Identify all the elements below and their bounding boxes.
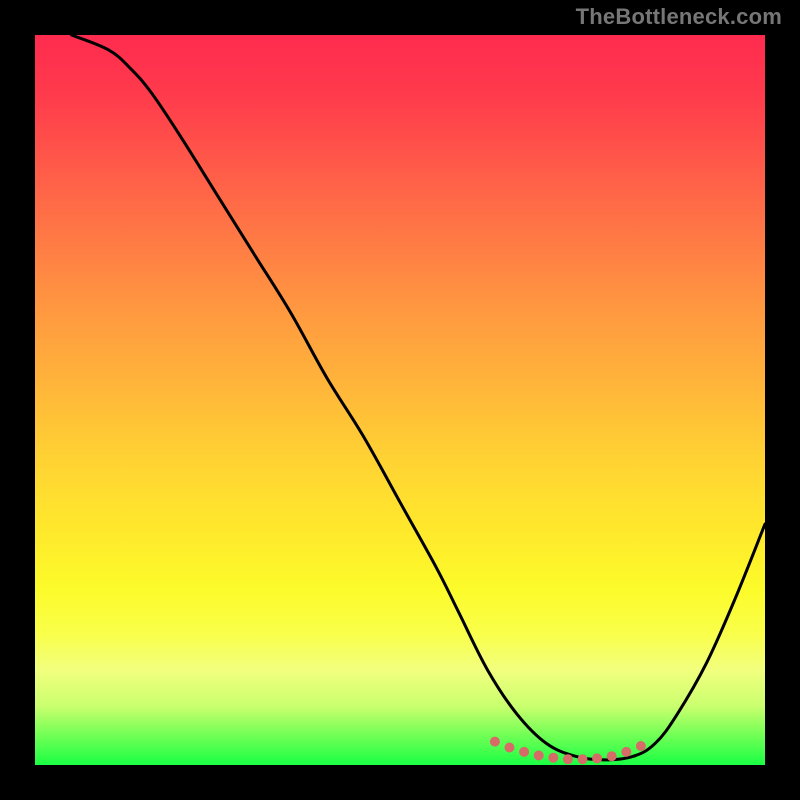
trough-dot — [490, 737, 500, 747]
trough-dot — [592, 753, 602, 763]
plot-area — [35, 35, 765, 765]
bottleneck-curve — [72, 35, 766, 760]
trough-dot — [534, 751, 544, 761]
curve-layer — [35, 35, 765, 765]
watermark-text: TheBottleneck.com — [576, 4, 782, 30]
trough-dot — [505, 743, 515, 753]
trough-dot — [578, 754, 588, 764]
trough-dot — [636, 741, 646, 751]
trough-dot — [563, 754, 573, 764]
chart-stage: TheBottleneck.com — [0, 0, 800, 800]
trough-dot — [519, 747, 529, 757]
trough-dot — [548, 753, 558, 763]
trough-dot — [607, 751, 617, 761]
trough-dot — [621, 747, 631, 757]
